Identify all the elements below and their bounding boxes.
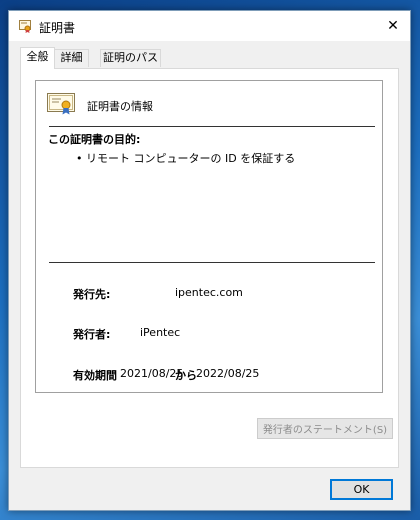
- issued-by-value: iPentec: [140, 326, 181, 339]
- validity-range-word: から: [175, 369, 197, 382]
- tab-label: 詳細: [60, 51, 83, 64]
- tab-details[interactable]: 詳細: [54, 49, 89, 67]
- issued-to-value: ipentec.com: [175, 286, 243, 299]
- valid-from-value: 2021/08/25: [120, 367, 184, 380]
- valid-to-value: 2022/08/25: [196, 367, 260, 380]
- issued-to-label: 発行先:: [73, 288, 111, 301]
- certificate-icon: [19, 20, 31, 33]
- certificate-icon: [47, 93, 75, 115]
- issued-by-label: 発行者:: [73, 328, 111, 341]
- close-icon: ✕: [387, 18, 399, 34]
- general-tab-panel: 証明書の情報 この証明書の目的: • リモート コンピューターの ID を保証す…: [20, 68, 399, 468]
- ok-button[interactable]: OK: [330, 479, 393, 500]
- close-button[interactable]: ✕: [376, 11, 410, 41]
- validity-label: 有効期間: [73, 369, 117, 382]
- tab-certification-path[interactable]: 証明のパス: [100, 49, 161, 67]
- tab-strip: 全般 詳細 証明のパス: [9, 47, 410, 69]
- purpose-title: この証明書の目的:: [48, 133, 141, 146]
- issuer-statement-button[interactable]: 発行者のステートメント(S): [257, 418, 393, 439]
- certificate-info-heading: 証明書の情報: [87, 100, 153, 113]
- certificate-dialog: 証明書 ✕ 全般 詳細 証明のパス 証明書の情報 この証明書の目的: • リモー…: [8, 10, 411, 511]
- tab-label: 証明のパス: [103, 51, 158, 64]
- window-title: 証明書: [39, 21, 76, 35]
- details-divider: [49, 262, 375, 263]
- title-bar[interactable]: 証明書 ✕: [9, 11, 410, 41]
- header-divider: [49, 126, 375, 127]
- certificate-info-box: 証明書の情報 この証明書の目的: • リモート コンピューターの ID を保証す…: [35, 80, 383, 393]
- tab-label: 全般: [26, 50, 49, 63]
- purpose-item: • リモート コンピューターの ID を保証する: [76, 152, 296, 165]
- tab-general[interactable]: 全般: [20, 47, 55, 69]
